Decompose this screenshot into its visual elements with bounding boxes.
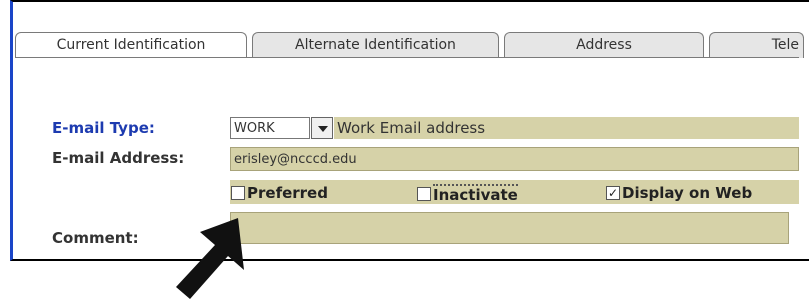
- preferred-checkbox-box[interactable]: [231, 186, 245, 200]
- display-on-web-checkbox-box[interactable]: ✓: [606, 186, 620, 200]
- comment-label: Comment:: [52, 229, 139, 247]
- inactivate-checkbox-box[interactable]: [417, 187, 431, 201]
- email-type-description: Work Email address: [334, 117, 799, 139]
- inactivate-checkbox[interactable]: Inactivate: [417, 184, 518, 204]
- tab-address[interactable]: Address: [504, 32, 704, 58]
- tab-alternate-identification[interactable]: Alternate Identification: [252, 32, 499, 58]
- tab-telephone[interactable]: Tele: [709, 32, 804, 58]
- preferred-checkbox[interactable]: Preferred: [231, 184, 328, 202]
- tab-strip: Current Identification Alternate Identif…: [15, 32, 804, 58]
- email-type-code-input[interactable]: WORK: [230, 117, 310, 139]
- inactivate-label: Inactivate: [433, 184, 518, 204]
- email-type-label: E-mail Type:: [52, 119, 155, 137]
- preferred-label: Preferred: [247, 184, 328, 202]
- display-on-web-checkbox[interactable]: ✓ Display on Web: [606, 184, 752, 202]
- tab-divider: [15, 57, 799, 58]
- email-address-label: E-mail Address:: [52, 149, 185, 167]
- email-address-input[interactable]: erisley@ncccd.edu: [230, 147, 799, 171]
- display-on-web-label: Display on Web: [622, 184, 753, 202]
- comment-input[interactable]: [230, 212, 789, 244]
- email-type-dropdown-button[interactable]: [311, 117, 333, 139]
- pointer-arrow-icon: [176, 218, 244, 299]
- tab-current-identification[interactable]: Current Identification: [15, 32, 247, 58]
